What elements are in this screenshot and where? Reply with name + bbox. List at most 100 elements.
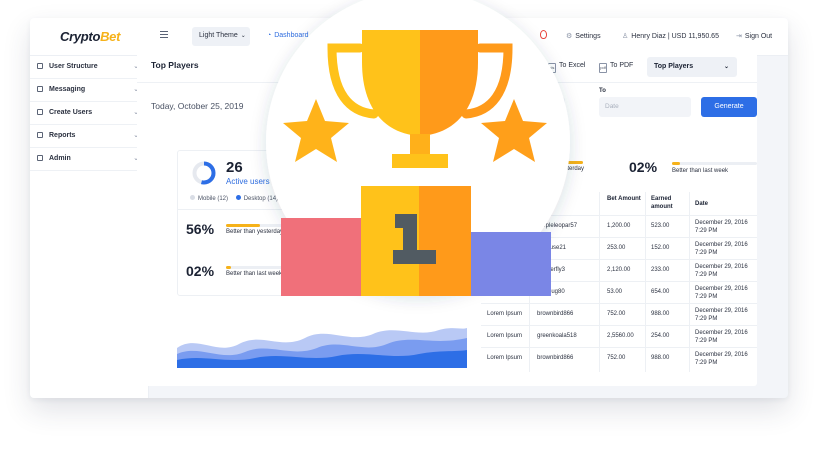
legend-mobile: Mobile (12): [198, 196, 229, 202]
sidebar-item-reports[interactable]: Reports⌄: [30, 125, 148, 148]
theme-label: Light Theme: [199, 32, 238, 39]
top-players-panel: Top Players xls To Excel pdf To PDF Top Pl…: [137, 52, 757, 386]
earned-amount: 654.00: [651, 289, 670, 295]
table-row[interactable]: Lorem Ipsum brownbird866 752.00 988.00 D…: [481, 348, 757, 370]
sidebar-item-user-structure[interactable]: User Structure⌄: [30, 56, 148, 79]
bet-amount: 1,200.00: [607, 223, 631, 229]
sidebar-item-label: Admin: [49, 155, 71, 162]
bet-amount: 2,5560.00: [607, 333, 634, 339]
right-week-percent: 02%: [629, 159, 658, 175]
activity-wave-chart: [177, 328, 467, 368]
right-week-progress-fill: [672, 162, 680, 165]
earned-amount: 233.00: [651, 267, 670, 273]
legend-dot-desktop: [235, 195, 241, 200]
sidebar-item-admin[interactable]: Admin⌄: [30, 148, 148, 171]
bet-amount: 53.00: [607, 289, 623, 295]
today-progress-bar: [226, 224, 286, 227]
table-row[interactable]: ladybug80 53.00 654.00 December 29, 2016…: [481, 282, 757, 304]
logo-text-bet: Bet: [100, 29, 121, 44]
admin-icon: [37, 155, 43, 161]
week-compare-label: Better than last week: [226, 271, 283, 277]
sign-out-icon: ⇥: [736, 33, 742, 40]
right-today-progress-fill: [561, 161, 583, 164]
export-pdf-label: To PDF: [610, 62, 634, 69]
active-users-card: 26 Active users or Mobile (12) Desktop (…: [177, 150, 408, 296]
table-row[interactable]: wmouse21 253.00 152.00 December 29, 2016…: [481, 238, 757, 260]
settings-label: Settings: [575, 33, 601, 40]
panel-title: Top Players: [151, 60, 199, 70]
sidebar-item-label: User Structure: [49, 63, 98, 70]
bet-date: December 29, 2016 7:29 PM: [695, 352, 748, 366]
bet-amount: 253.00: [607, 245, 626, 251]
excel-file-icon: xls: [548, 63, 556, 73]
right-week-progress-bar: [672, 162, 757, 165]
active-users-donut-chart: [192, 161, 216, 185]
today-percent: 56%: [186, 221, 215, 237]
theme-dropdown[interactable]: Light Theme ⌄: [192, 27, 250, 46]
right-today-progress-bar: [561, 161, 583, 164]
week-progress-fill: [226, 266, 231, 269]
active-users-count: 26: [226, 159, 243, 176]
sidebar-item-label: Reports: [49, 132, 76, 139]
right-today-label: esterday: [561, 166, 585, 172]
player-name: Lorem Ipsum: [487, 355, 523, 361]
earned-amount: 988.00: [651, 355, 670, 361]
device-legend: Mobile (12) Desktop (14): [190, 195, 278, 202]
current-date: Today, October 25, 2019: [151, 101, 244, 111]
user-balance-label: Henry Diaz | USD 11,950.65: [631, 33, 719, 40]
sidebar-item-create-users[interactable]: Create Users⌄: [30, 102, 148, 125]
legend-dot-mobile: [190, 195, 195, 200]
bet-amount: 752.00: [607, 355, 626, 361]
sidebar-item-messaging[interactable]: Messaging⌄: [30, 79, 148, 102]
player-username: greenkoala518: [537, 333, 577, 339]
export-excel-label: To Excel: [559, 62, 586, 69]
export-excel-button[interactable]: xls To Excel: [548, 62, 585, 73]
dashboard-link[interactable]: ◔ Dashboard: [267, 32, 308, 39]
earned-amount: 152.00: [651, 245, 670, 251]
generate-button[interactable]: Generate: [701, 97, 757, 117]
bet-amount: 2,120.00: [607, 267, 631, 273]
pdf-file-icon: pdf: [599, 63, 607, 73]
active-users-label: Active users or: [226, 177, 279, 186]
report-type-select[interactable]: Top Players ⌄: [647, 57, 737, 77]
earned-amount: 254.00: [651, 333, 670, 339]
earned-amount: 523.00: [651, 223, 670, 229]
dashboard-icon: ◔: [267, 32, 272, 39]
bet-amount: 752.00: [607, 311, 626, 317]
earned-amount: 988.00: [651, 311, 670, 317]
header-bet-amount: Bet Amount: [607, 196, 641, 202]
table-row[interactable]: Lorem Ipsum brownbird866 752.00 988.00 D…: [481, 304, 757, 326]
table-header-row: Bet Amount Earned amount Date: [481, 192, 757, 216]
player-username: wmouse21: [537, 245, 567, 251]
player-username: ebutterfly3: [537, 267, 566, 273]
bet-date: December 29, 2016 7:29 PM: [695, 220, 748, 234]
add-user-icon: [37, 109, 43, 115]
logo-text-crypto: Crypto: [60, 29, 101, 44]
from-date-field[interactable]: [521, 97, 565, 117]
bet-date: December 29, 2016 7:29 PM: [695, 286, 748, 300]
settings-link[interactable]: ⚙ Settings: [566, 32, 601, 40]
user-account[interactable]: ♙ Henry Diaz | USD 11,950.65: [622, 32, 719, 40]
notification-flame-icon[interactable]: [540, 30, 547, 39]
bet-date: December 29, 2016 7:29 PM: [695, 264, 748, 278]
to-date-field[interactable]: Date: [599, 97, 691, 117]
bet-date: December 29, 2016 7:29 PM: [695, 308, 748, 322]
sidebar-item-label: Create Users: [49, 109, 93, 116]
sign-out-button[interactable]: ⇥ Sign Out: [736, 32, 772, 40]
player-name: Lorem Ipsum: [487, 333, 523, 339]
sidebar: User Structure⌄ Messaging⌄ Create Users⌄…: [30, 56, 149, 398]
chevron-down-icon: ⌄: [723, 64, 729, 70]
report-icon: [37, 132, 43, 138]
header-earned-amount: Earned amount: [651, 196, 673, 210]
app-logo[interactable]: CryptoBet: [60, 29, 120, 44]
table-row[interactable]: purpleleopar57 1,200.00 523.00 December …: [481, 216, 757, 238]
table-row[interactable]: Lorem Ipsum greenkoala518 2,5560.00 254.…: [481, 326, 757, 348]
mail-icon: [37, 86, 43, 92]
hamburger-menu-icon[interactable]: [160, 31, 168, 38]
player-username: brownbird866: [537, 355, 574, 361]
export-pdf-button[interactable]: pdf To PDF: [599, 62, 633, 73]
gear-icon: ⚙: [566, 33, 573, 40]
dashboard-label: Dashboard: [274, 32, 309, 39]
table-row[interactable]: ebutterfly3 2,120.00 233.00 December 29,…: [481, 260, 757, 282]
sidebar-item-label: Messaging: [49, 86, 86, 93]
